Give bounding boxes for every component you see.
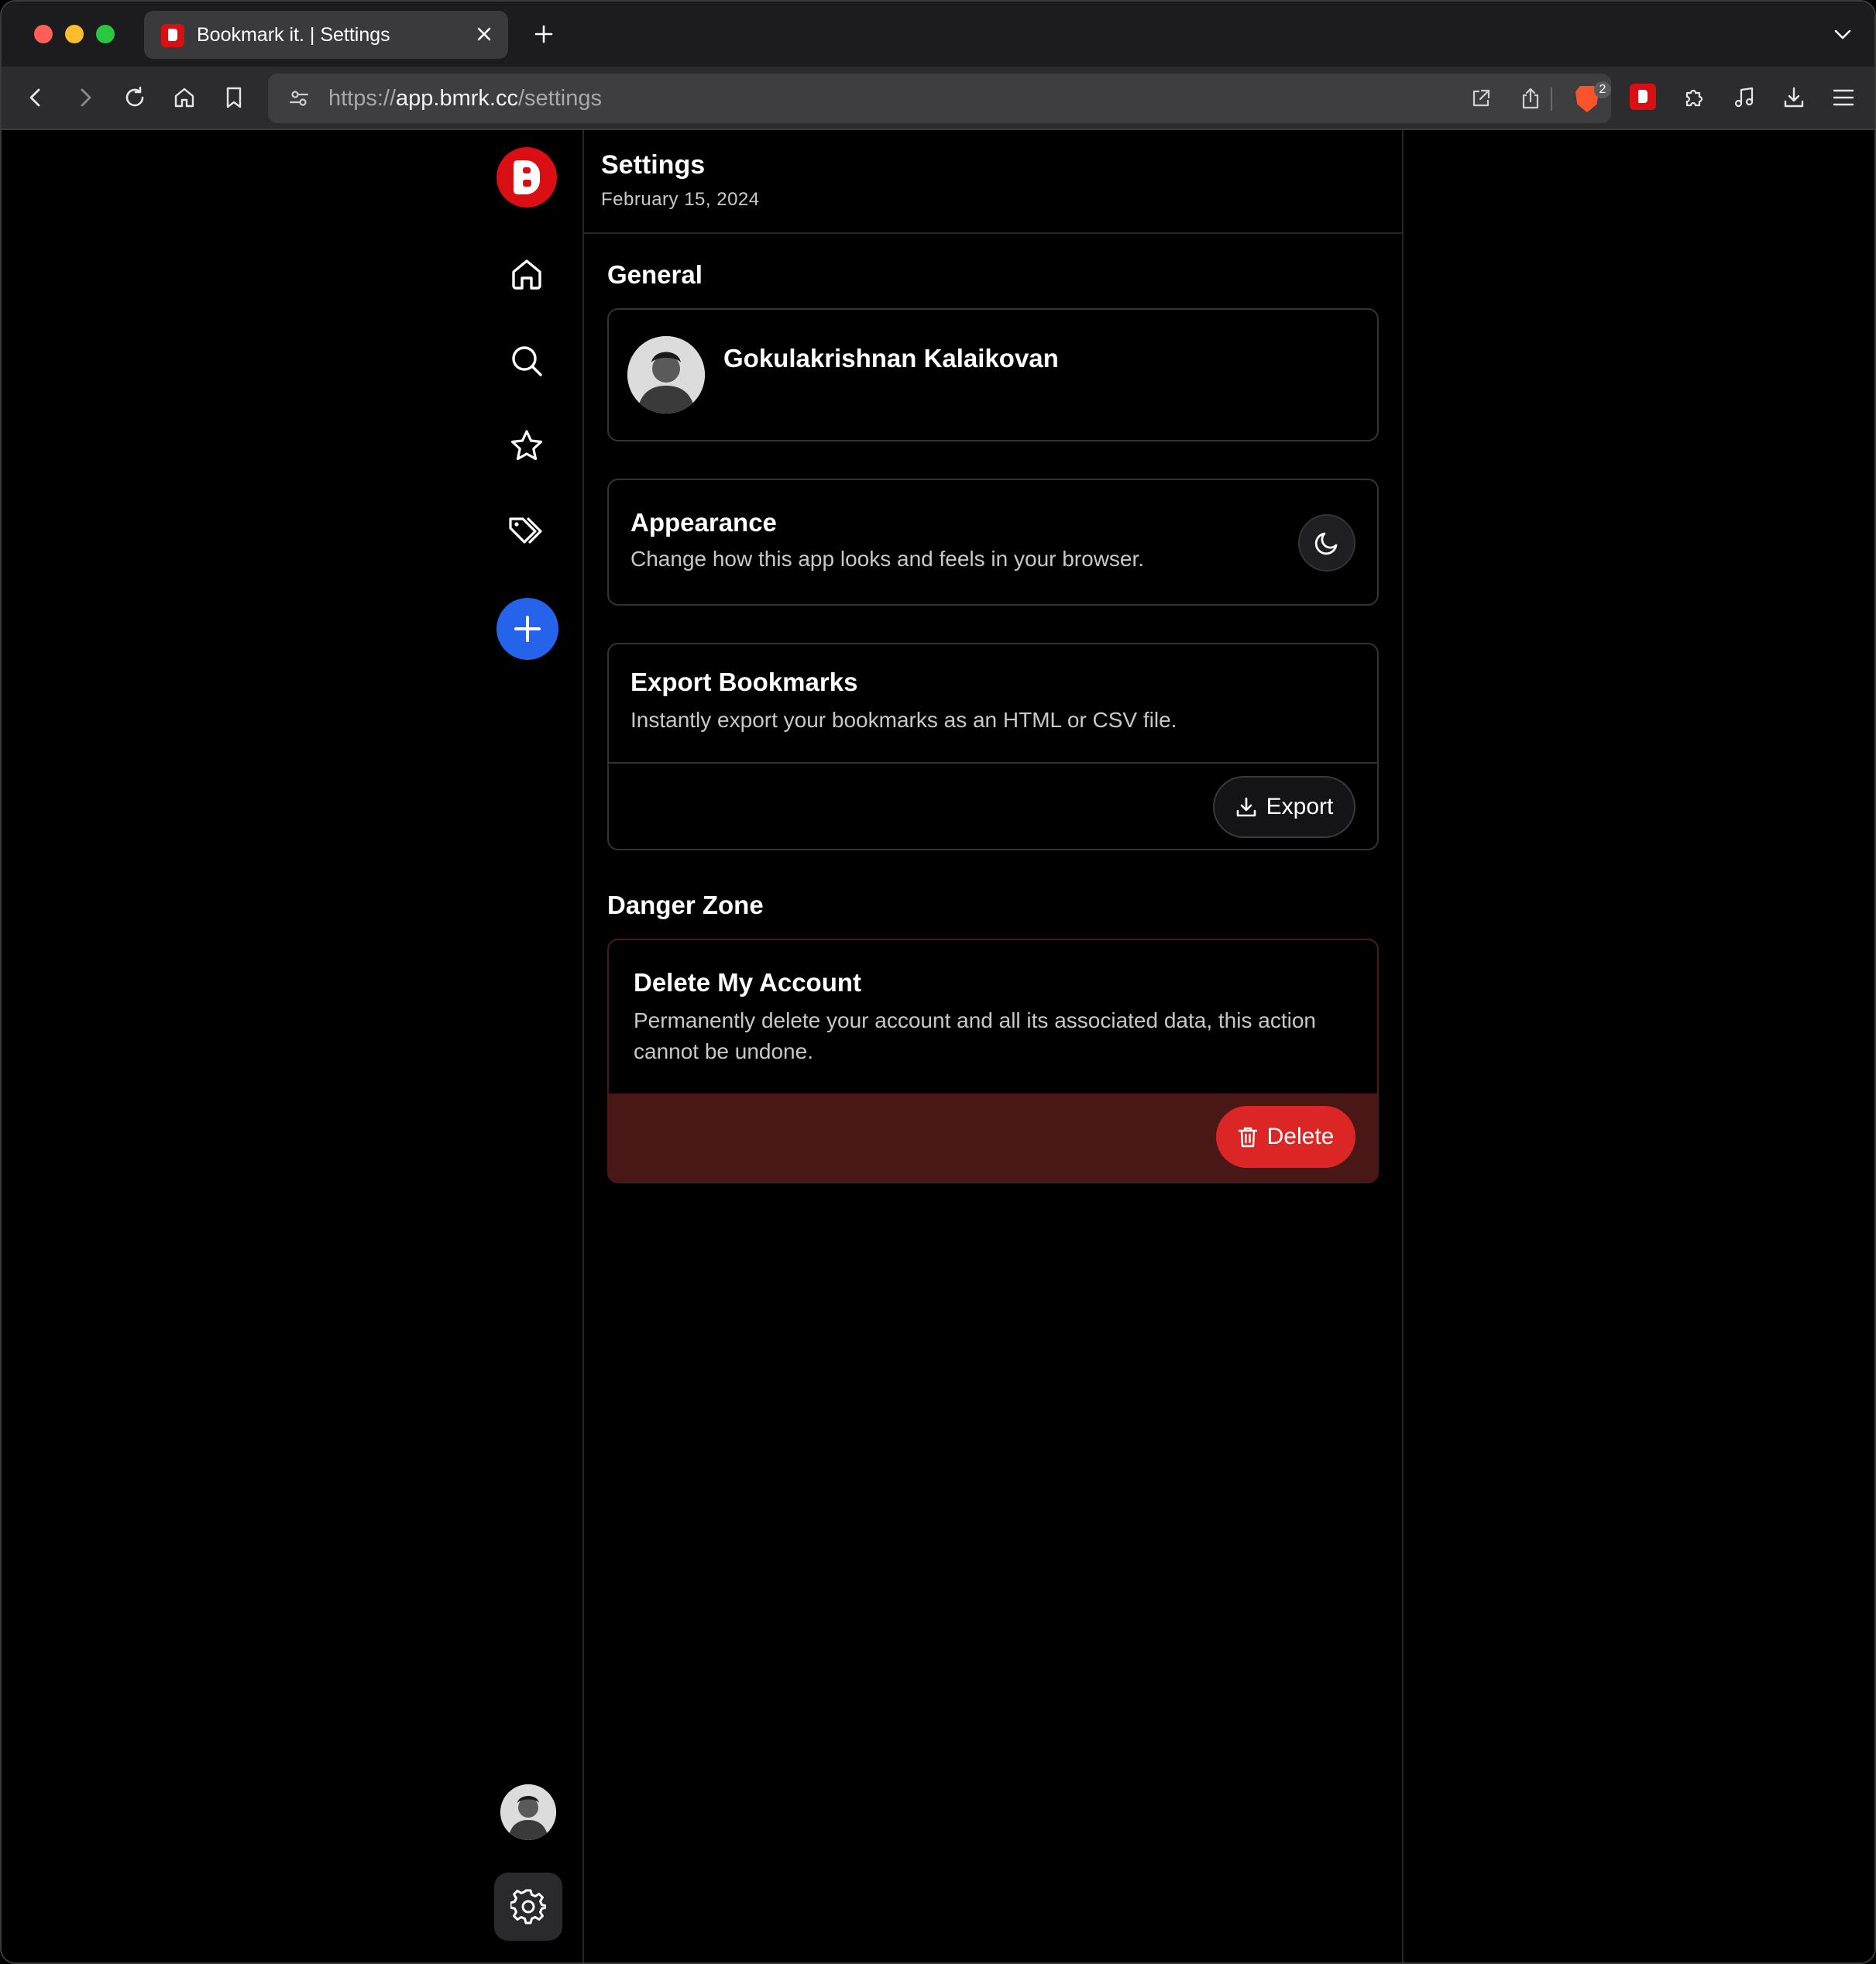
bookmark-it-extension-icon[interactable] xyxy=(1630,84,1656,110)
media-music-icon[interactable] xyxy=(1729,82,1760,113)
delete-account-button[interactable]: Delete xyxy=(1216,1106,1355,1168)
toolbar-divider xyxy=(1551,88,1552,111)
card-divider xyxy=(609,762,1377,764)
maximize-window-button[interactable] xyxy=(96,25,115,43)
back-icon[interactable] xyxy=(20,82,51,113)
reload-icon[interactable] xyxy=(119,82,150,113)
appearance-title: Appearance xyxy=(630,508,777,537)
export-title: Export Bookmarks xyxy=(630,668,858,696)
user-avatar[interactable] xyxy=(500,1784,556,1840)
home-icon[interactable] xyxy=(505,252,548,296)
delete-button-label: Delete xyxy=(1266,1124,1335,1149)
bookmark-it-logo[interactable] xyxy=(496,147,557,208)
page-date: February 15, 2024 xyxy=(601,189,760,210)
address-bar[interactable]: https://app.bmrk.cc/settings 2 xyxy=(268,74,1611,123)
danger-footer: Delete xyxy=(609,1094,1377,1182)
export-button-label: Export xyxy=(1266,794,1334,819)
page-header: Settings February 15, 2024 xyxy=(584,130,1402,234)
search-icon[interactable] xyxy=(505,339,548,383)
extensions-puzzle-icon[interactable] xyxy=(1679,82,1710,113)
profile-name: Gokulakrishnan Kalaikovan xyxy=(723,344,1059,373)
general-section-title: General xyxy=(607,260,703,289)
delete-account-card: Delete My Account Permanently delete you… xyxy=(607,939,1379,1183)
url-scheme: https:// xyxy=(328,86,397,111)
browser-window: Bookmark it. | Settings https://app.bmrk… xyxy=(0,0,1876,1964)
bookmark-it-favicon-icon xyxy=(161,24,184,47)
close-window-button[interactable] xyxy=(34,25,53,43)
logo-b-glyph xyxy=(514,160,540,194)
menu-hamburger-icon[interactable] xyxy=(1828,82,1859,113)
home-toolbar-icon[interactable] xyxy=(169,82,200,113)
danger-zone-title: Danger Zone xyxy=(607,891,764,919)
page-title: Settings xyxy=(601,150,706,180)
site-settings-icon[interactable] xyxy=(283,83,314,114)
bookmark-page-icon[interactable] xyxy=(218,82,249,113)
profile-avatar xyxy=(627,336,705,414)
tab-title: Bookmark it. | Settings xyxy=(197,24,390,46)
share-icon[interactable] xyxy=(1515,83,1546,114)
brave-shields-button[interactable]: 2 xyxy=(1572,81,1619,117)
downloads-icon[interactable] xyxy=(1778,82,1809,113)
chevron-down-icon[interactable] xyxy=(1830,22,1856,48)
close-tab-icon[interactable] xyxy=(471,21,497,47)
trash-icon xyxy=(1238,1127,1257,1148)
url-path: /settings xyxy=(518,86,602,111)
appearance-card: Appearance Change how this app looks and… xyxy=(607,479,1379,606)
tags-icon[interactable] xyxy=(505,510,548,553)
shields-badge: 2 xyxy=(1594,81,1611,98)
export-card: Export Bookmarks Instantly export your b… xyxy=(607,643,1379,850)
delete-account-title: Delete My Account xyxy=(634,968,862,997)
forward-icon[interactable] xyxy=(70,82,101,113)
theme-toggle-button[interactable] xyxy=(1298,514,1355,572)
open-external-icon[interactable] xyxy=(1465,83,1496,114)
browser-toolbar: https://app.bmrk.cc/settings 2 xyxy=(2,67,1874,130)
url-text[interactable]: https://app.bmrk.cc/settings xyxy=(328,86,602,112)
export-description: Instantly export your bookmarks as an HT… xyxy=(630,708,1177,732)
settings-main: Settings February 15, 2024 General Gokul… xyxy=(582,130,1404,1962)
export-button[interactable]: Export xyxy=(1213,776,1355,838)
sidebar-rail xyxy=(490,130,582,1962)
star-icon[interactable] xyxy=(505,424,548,468)
moon-icon xyxy=(1314,532,1338,555)
new-tab-icon[interactable] xyxy=(530,20,558,48)
tab-bar: Bookmark it. | Settings xyxy=(2,2,1874,67)
profile-card: Gokulakrishnan Kalaikovan xyxy=(607,308,1379,441)
plus-icon xyxy=(514,616,541,642)
url-host: app.bmrk.cc xyxy=(396,86,518,111)
tab-settings[interactable]: Bookmark it. | Settings xyxy=(144,11,508,59)
settings-nav-button[interactable] xyxy=(494,1873,562,1941)
download-icon xyxy=(1236,797,1256,817)
minimize-window-button[interactable] xyxy=(65,25,84,43)
gear-icon xyxy=(510,1889,546,1925)
appearance-description: Change how this app looks and feels in y… xyxy=(630,547,1145,571)
delete-account-description: Permanently delete your account and all … xyxy=(634,1008,1316,1063)
app-viewport: Settings February 15, 2024 General Gokul… xyxy=(2,130,1874,1962)
add-bookmark-button[interactable] xyxy=(496,598,558,660)
